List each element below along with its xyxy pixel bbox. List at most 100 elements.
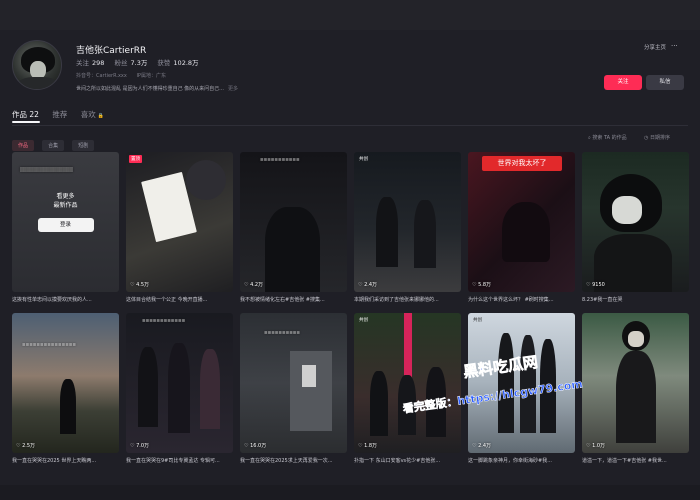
video-thumbnail[interactable]: ♡ 9150 <box>582 152 689 292</box>
video-caption[interactable]: 扑指一下 东山口安客vs花少#吉他张... <box>354 457 461 464</box>
fans-stat-count[interactable]: 7.3万 <box>131 59 148 67</box>
avatar-jacket <box>17 77 59 89</box>
video-caption[interactable]: 道溢一下，道溢一下#吉他张 #我世... <box>582 457 689 464</box>
follow-stat-count[interactable]: 298 <box>92 59 104 67</box>
video-overlay-text: ≡≡≡≡≡≡≡≡≡≡≡ <box>260 158 300 163</box>
video-thumbnail[interactable]: 共创 ♡ 2.4万 <box>354 152 461 292</box>
blurred-text: ▒▒▒▒▒▒▒▒▒▒▒▒▒▒▒▒ <box>20 168 73 173</box>
like-count: ♡ 2.4万 <box>472 443 492 449</box>
follow-button[interactable]: 关注 <box>604 75 642 90</box>
like-count: ♡ 5.8万 <box>472 282 492 288</box>
person-silhouette <box>138 347 158 427</box>
tab-works[interactable]: 作品 22 <box>12 109 39 120</box>
like-count: ♡ 7.0万 <box>130 443 150 449</box>
video-caption[interactable]: 我一直在哭哭在2025求上天再爱我一次... <box>240 457 347 464</box>
video-thumbnail[interactable]: 世界对我太坏了 ♡ 5.8万 <box>468 152 575 292</box>
person-silhouette <box>168 343 190 433</box>
like-count-value: 4.5万 <box>136 282 150 288</box>
tab-liked-label: 喜欢 <box>80 110 96 119</box>
like-count-value: 2.4万 <box>364 282 378 288</box>
chip-works[interactable]: 作品 <box>12 140 35 151</box>
login-title-1: 看更多 <box>56 193 75 200</box>
video-caption[interactable]: 本期我们采访到了吉他张来娜娜他的... <box>354 296 461 303</box>
video-caption[interactable]: 我一直在哭哭在2025 世界上天瞧两... <box>12 457 119 464</box>
avatar[interactable] <box>12 40 62 90</box>
video-caption[interactable]: 我不想被情绪化左右#吉他张 #搜集... <box>240 296 347 303</box>
profile-name: 吉他张CartierRR <box>76 46 147 56</box>
bio-more-link[interactable]: 更多 <box>228 86 238 92</box>
like-count-value: 5.8万 <box>478 282 492 288</box>
person-silhouette <box>186 160 226 200</box>
person-silhouette <box>498 333 514 433</box>
co-creation-badge: 共创 <box>359 318 368 323</box>
douyin-id: 抖音号：CartierR.xxx <box>76 73 127 79</box>
video-thumbnail[interactable]: ≡≡≡≡≡≡≡≡≡≡≡ ♡ 4.2万 <box>240 152 347 292</box>
person-silhouette <box>414 200 436 268</box>
login-button[interactable]: 登录 <box>37 218 94 232</box>
like-count-value: 16.0万 <box>250 443 267 449</box>
like-count-value: 7.0万 <box>136 443 150 449</box>
video-thumbnail[interactable]: 共创 ♡ 1.8万 <box>354 313 461 453</box>
chip-collections[interactable]: 合集 <box>42 140 65 151</box>
active-tab-indicator <box>12 121 40 123</box>
bio-text: 世间之所以如此混乱 是因为人们不懂得珍重自己 像的从来问自己... <box>76 86 224 92</box>
video-thumbnail[interactable]: ▒▒▒▒▒▒▒▒▒▒▒▒▒▒▒▒ 看更多 最新作品 登录 <box>12 152 119 292</box>
like-count: ♡ 9150 <box>586 282 605 288</box>
video-title-banner: 世界对我太坏了 <box>482 156 562 171</box>
tab-recommend[interactable]: 推荐 <box>52 109 67 120</box>
footer-strip <box>0 485 700 500</box>
video-thumbnail[interactable]: 置顶 ♡ 4.5万 <box>126 152 233 292</box>
follow-stat-label[interactable]: 关注 <box>76 59 89 67</box>
like-count: ♡ 4.2万 <box>244 282 264 288</box>
video-caption[interactable]: 8.23#我一直在哭 <box>582 296 689 303</box>
video-caption[interactable]: 为什么这个世界这么坏？ #刷时搜集... <box>468 296 575 303</box>
video-overlay-text: ≡≡≡≡≡≡≡≡≡≡ <box>264 331 301 336</box>
like-count: ♡ 2.4万 <box>358 282 378 288</box>
video-thumbnail[interactable]: ≡≡≡≡≡≡≡≡≡≡ ♡ 16.0万 <box>240 313 347 453</box>
co-creation-badge: 共创 <box>359 157 368 162</box>
likes-stat-count: 102.8万 <box>173 59 199 67</box>
face <box>628 331 644 347</box>
like-count: ♡ 16.0万 <box>244 443 267 449</box>
message-button[interactable]: 私信 <box>646 75 684 90</box>
pinned-badge: 置顶 <box>129 155 142 163</box>
like-count: ♡ 1.0万 <box>586 443 606 449</box>
tabs-divider <box>12 125 688 126</box>
tab-liked[interactable]: 喜欢 🔒 <box>81 109 104 120</box>
video-caption[interactable]: 这一脚跳象亲神月，你幸街海砂#我... <box>468 457 575 464</box>
profile-stats: 关注 298 粉丝 7.3万 获赞 102.8万 <box>76 57 207 67</box>
like-count-value: 1.8万 <box>364 443 378 449</box>
jacket-silhouette <box>594 234 672 292</box>
like-count-value: 4.2万 <box>250 282 264 288</box>
video-thumbnail[interactable]: ♡ 1.0万 <box>582 313 689 453</box>
like-count: ♡ 4.5万 <box>130 282 150 288</box>
profile-meta: 抖音号：CartierR.xxx IP属地：广东 <box>76 72 174 79</box>
video-caption[interactable]: 我一直在哭哭在9#司比专冀孟达 专辑可... <box>126 457 233 464</box>
chip-short-dramas[interactable]: 短剧 <box>72 140 95 151</box>
ip-location: IP属地：广东 <box>136 73 166 79</box>
sort-dropdown[interactable]: ◷ 日期排序 <box>644 134 670 141</box>
co-creation-badge: 共创 <box>473 318 482 323</box>
likes-stat-label: 获赞 <box>157 59 171 67</box>
building <box>290 351 332 431</box>
person-silhouette <box>376 197 398 267</box>
face-mask <box>612 196 642 224</box>
profile-bio: 世间之所以如此混乱 是因为人们不懂得珍重自己 像的从来问自己... 更多 <box>76 85 238 92</box>
sort-label: 日期排序 <box>649 135 670 141</box>
fans-stat-label[interactable]: 粉丝 <box>115 59 128 67</box>
share-profile-button[interactable]: 分享主页 <box>644 43 666 51</box>
person-silhouette <box>502 202 550 262</box>
person-silhouette <box>370 371 388 436</box>
video-caption[interactable]: 这体目合结我一个公正 今晚开直播... <box>126 296 233 303</box>
lock-icon: 🔒 <box>97 113 104 119</box>
video-thumbnail[interactable]: ≡≡≡≡≡≡≡≡≡≡≡≡≡≡≡ ♡ 2.5万 <box>12 313 119 453</box>
video-thumbnail[interactable]: ≡≡≡≡≡≡≡≡≡≡≡≡ ♡ 7.0万 <box>126 313 233 453</box>
person-silhouette <box>265 207 320 292</box>
search-works-input[interactable]: ⌕ 搜索 TA 的作品 <box>588 134 627 141</box>
like-count: ♡ 2.5万 <box>16 443 36 449</box>
video-overlay-text: ≡≡≡≡≡≡≡≡≡≡≡≡≡≡≡ <box>22 343 77 348</box>
profile-tabs: 作品 22 推荐 喜欢 🔒 <box>12 109 115 120</box>
video-caption[interactable]: 这挨有性单忠间以摸要欢厌我的人... <box>12 296 119 303</box>
person-silhouette <box>200 349 220 429</box>
more-options-icon[interactable]: ··· <box>671 42 678 50</box>
